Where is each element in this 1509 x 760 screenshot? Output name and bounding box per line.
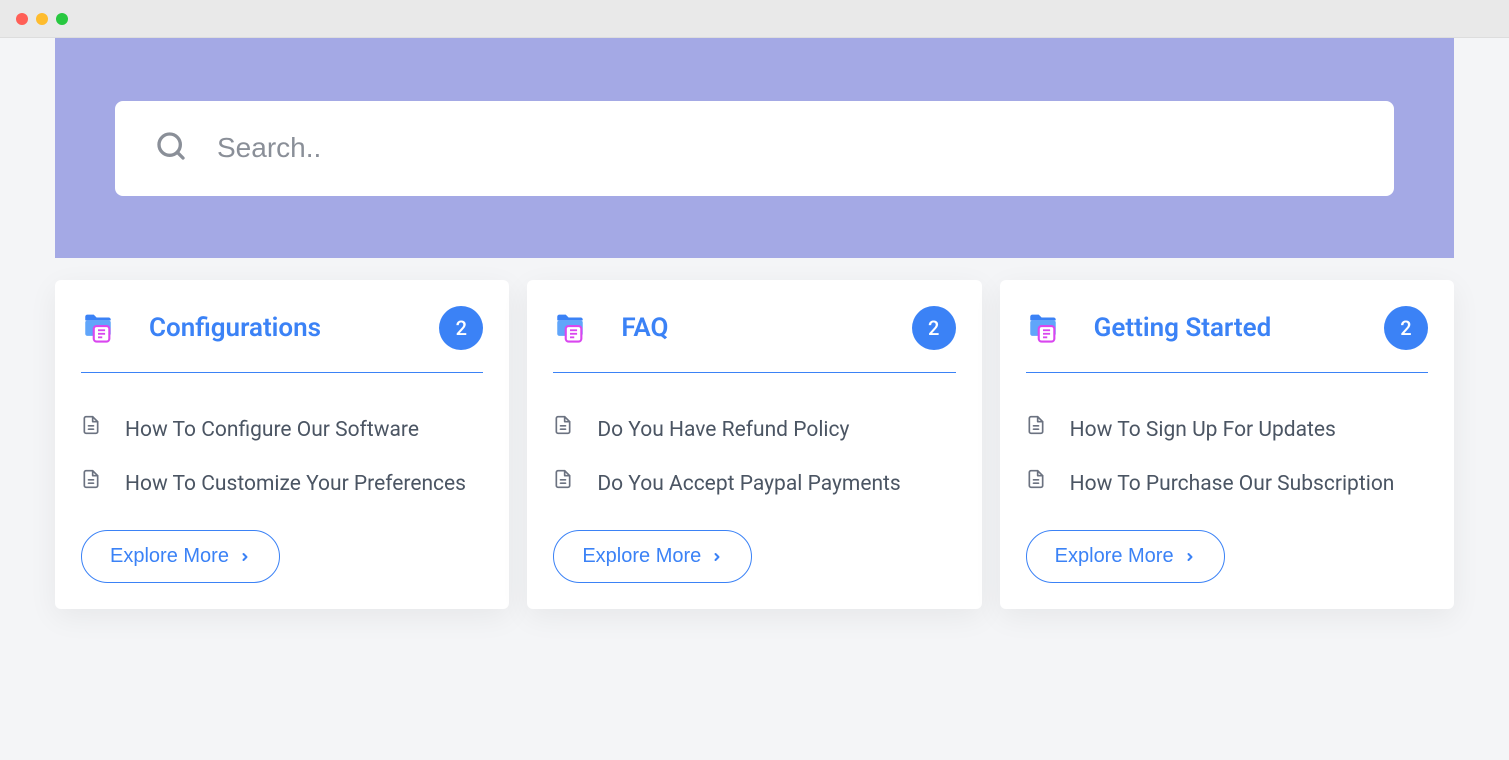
list-item[interactable]: How To Configure Our Software <box>81 413 483 449</box>
article-title: How To Customize Your Preferences <box>125 467 466 503</box>
folder-icon <box>81 309 115 347</box>
card-body: How To Configure Our Software How To Cus… <box>81 373 483 583</box>
article-title: Do You Accept Paypal Payments <box>597 467 900 503</box>
viewport: Configurations 2 How To Configure Our So… <box>0 38 1509 760</box>
window-maximize-dot[interactable] <box>56 13 68 25</box>
chevron-right-icon <box>1184 550 1196 564</box>
explore-label: Explore More <box>110 545 229 568</box>
document-icon <box>81 469 101 493</box>
document-icon <box>553 469 573 493</box>
list-item[interactable]: Do You Accept Paypal Payments <box>553 467 955 503</box>
explore-label: Explore More <box>1055 545 1174 568</box>
card-title[interactable]: Configurations <box>149 313 405 343</box>
folder-icon <box>1026 309 1060 347</box>
search-input[interactable] <box>217 132 1354 164</box>
window-close-dot[interactable] <box>16 13 28 25</box>
card-header: Getting Started 2 <box>1026 306 1428 373</box>
article-title: How To Purchase Our Subscription <box>1070 467 1395 503</box>
document-icon <box>1026 469 1046 493</box>
folder-icon <box>553 309 587 347</box>
window-minimize-dot[interactable] <box>36 13 48 25</box>
chevron-right-icon <box>239 550 251 564</box>
card-body: Do You Have Refund Policy Do You Accept … <box>553 373 955 583</box>
hero-banner <box>55 38 1454 258</box>
explore-more-button[interactable]: Explore More <box>553 530 752 583</box>
count-badge: 2 <box>912 306 956 350</box>
explore-more-button[interactable]: Explore More <box>1026 530 1225 583</box>
article-title: How To Sign Up For Updates <box>1070 413 1336 449</box>
search-icon <box>155 130 187 166</box>
search-box[interactable] <box>115 101 1394 196</box>
browser-chrome <box>0 0 1509 38</box>
chevron-right-icon <box>711 550 723 564</box>
category-card-configurations: Configurations 2 How To Configure Our So… <box>55 280 509 609</box>
card-body: How To Sign Up For Updates How To Purcha… <box>1026 373 1428 583</box>
list-item[interactable]: How To Purchase Our Subscription <box>1026 467 1428 503</box>
count-badge: 2 <box>439 306 483 350</box>
cards-row: Configurations 2 How To Configure Our So… <box>0 258 1509 609</box>
category-card-faq: FAQ 2 Do You Have Refund Policy <box>527 280 981 609</box>
explore-more-button[interactable]: Explore More <box>81 530 280 583</box>
article-title: Do You Have Refund Policy <box>597 413 849 449</box>
card-title[interactable]: FAQ <box>621 313 877 343</box>
card-header: FAQ 2 <box>553 306 955 373</box>
article-title: How To Configure Our Software <box>125 413 419 449</box>
category-card-getting-started: Getting Started 2 How To Sign Up For Upd… <box>1000 280 1454 609</box>
card-title[interactable]: Getting Started <box>1094 313 1350 343</box>
explore-label: Explore More <box>582 545 701 568</box>
count-badge: 2 <box>1384 306 1428 350</box>
document-icon <box>553 415 573 439</box>
list-item[interactable]: How To Sign Up For Updates <box>1026 413 1428 449</box>
document-icon <box>81 415 101 439</box>
card-header: Configurations 2 <box>81 306 483 373</box>
list-item[interactable]: How To Customize Your Preferences <box>81 467 483 503</box>
list-item[interactable]: Do You Have Refund Policy <box>553 413 955 449</box>
document-icon <box>1026 415 1046 439</box>
